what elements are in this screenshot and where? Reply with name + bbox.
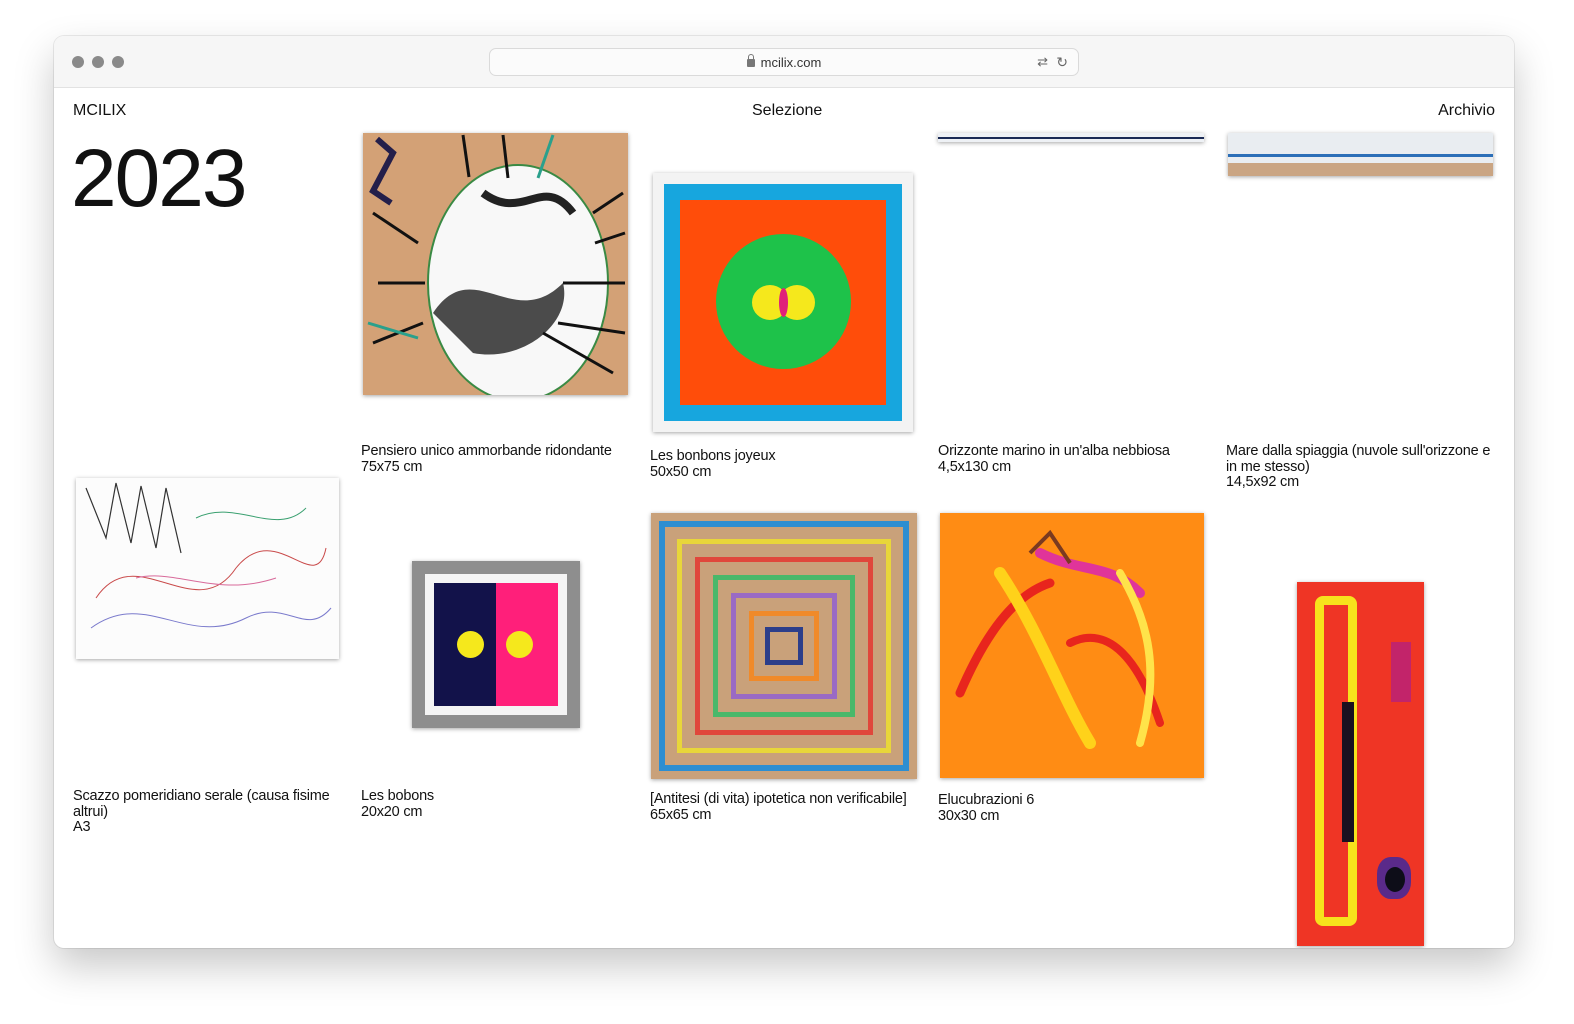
artwork-image-orizzonte-marino[interactable] (938, 133, 1204, 142)
artwork-image-scazzo[interactable] (76, 478, 339, 659)
artwork-title: Mare dalla spiaggia (nuvole sull'orizzon… (1226, 443, 1491, 475)
artwork-square-7 (765, 627, 803, 665)
translate-icon[interactable]: ⇄ (1037, 54, 1048, 70)
artwork-image-elucubrazioni[interactable] (940, 513, 1204, 778)
artwork-caption: Pensiero unico ammorbande ridondante 75x… (361, 443, 631, 475)
artwork-size: 75x75 cm (361, 458, 423, 475)
artwork-caption: Scazzo pomeridiano serale (causa fisime … (73, 788, 348, 836)
artwork-caption: Les bonbons joyeux 50x50 cm (650, 448, 920, 480)
artwork-title: Les bonbons joyeux (650, 448, 776, 464)
artwork-yellow-dot-right (506, 631, 533, 658)
artwork-scazzo-graphic (85, 482, 332, 629)
close-window-button[interactable] (72, 56, 84, 68)
artwork-size: 30x30 cm (938, 807, 1000, 824)
artwork-overlap-lens (779, 288, 788, 317)
nav-link-archivio[interactable]: Archivio (1438, 102, 1495, 120)
reload-icon[interactable]: ↻ (1056, 54, 1068, 71)
artwork-caption: Elucubrazioni 6 30x30 cm (938, 792, 1208, 824)
artwork-image-bonbons-joyeux[interactable] (653, 173, 913, 432)
page-content: MCILIX Selezione Archivio 2023 Pensiero … (54, 88, 1514, 948)
artwork-caption: [Antitesi (di vita) ipotetica non verifi… (650, 791, 925, 823)
browser-toolbar: mcilix.com ⇄ ↻ (54, 36, 1514, 88)
artwork-yellow-dot-left (457, 631, 484, 658)
artwork-image-les-bobons[interactable] (412, 561, 580, 728)
artwork-title: Les bobons (361, 788, 434, 804)
artwork-title: Orizzonte marino in un'alba nebbiosa (938, 443, 1170, 459)
address-bar[interactable]: mcilix.com ⇄ ↻ (489, 48, 1079, 76)
zoom-window-button[interactable] (112, 56, 124, 68)
artwork-sand-strip (1228, 163, 1493, 176)
artwork-pensiero-graphic (367, 134, 626, 395)
artwork-dark-stroke (1342, 702, 1354, 842)
artwork-image-mare-spiaggia[interactable] (1228, 133, 1493, 176)
nav-link-selezione[interactable]: Selezione (752, 102, 822, 120)
artwork-sea-line (1228, 154, 1493, 157)
artwork-size: 20x20 cm (361, 803, 423, 820)
artwork-size: 50x50 cm (650, 463, 712, 480)
artwork-elucubrazioni-graphic (955, 529, 1164, 749)
browser-window: mcilix.com ⇄ ↻ MCILIX Selezione Archivio… (54, 36, 1514, 948)
artwork-title: Scazzo pomeridiano serale (causa fisime … (73, 788, 330, 820)
artwork-image-pensiero[interactable] (363, 133, 628, 395)
lock-icon (746, 54, 755, 67)
artwork-caption: Orizzonte marino in un'alba nebbiosa 4,5… (938, 443, 1208, 475)
address-text: mcilix.com (760, 54, 822, 70)
site-logo-link[interactable]: MCILIX (73, 102, 126, 120)
artwork-size: 65x65 cm (650, 806, 712, 823)
minimize-window-button[interactable] (92, 56, 104, 68)
artwork-horizon-line (938, 137, 1204, 139)
artwork-caption: Les bobons 20x20 cm (361, 788, 631, 820)
artwork-size: 4,5x130 cm (938, 458, 1011, 475)
artwork-caption: Mare dalla spiaggia (nuvole sull'orizzon… (1226, 443, 1496, 491)
artwork-title: [Antitesi (di vita) ipotetica non verifi… (650, 791, 907, 807)
artwork-image-vertical[interactable] (1297, 582, 1424, 946)
artwork-pink-mark (1391, 642, 1411, 702)
artwork-size: A3 (73, 819, 91, 835)
artwork-image-antitesi[interactable] (651, 513, 917, 779)
artwork-title: Pensiero unico ammorbande ridondante (361, 443, 612, 459)
artwork-dark-blot (1385, 867, 1405, 892)
artwork-title: Elucubrazioni 6 (938, 792, 1035, 808)
artwork-size: 14,5x92 cm (1226, 474, 1299, 490)
page-title: 2023 (71, 133, 247, 224)
